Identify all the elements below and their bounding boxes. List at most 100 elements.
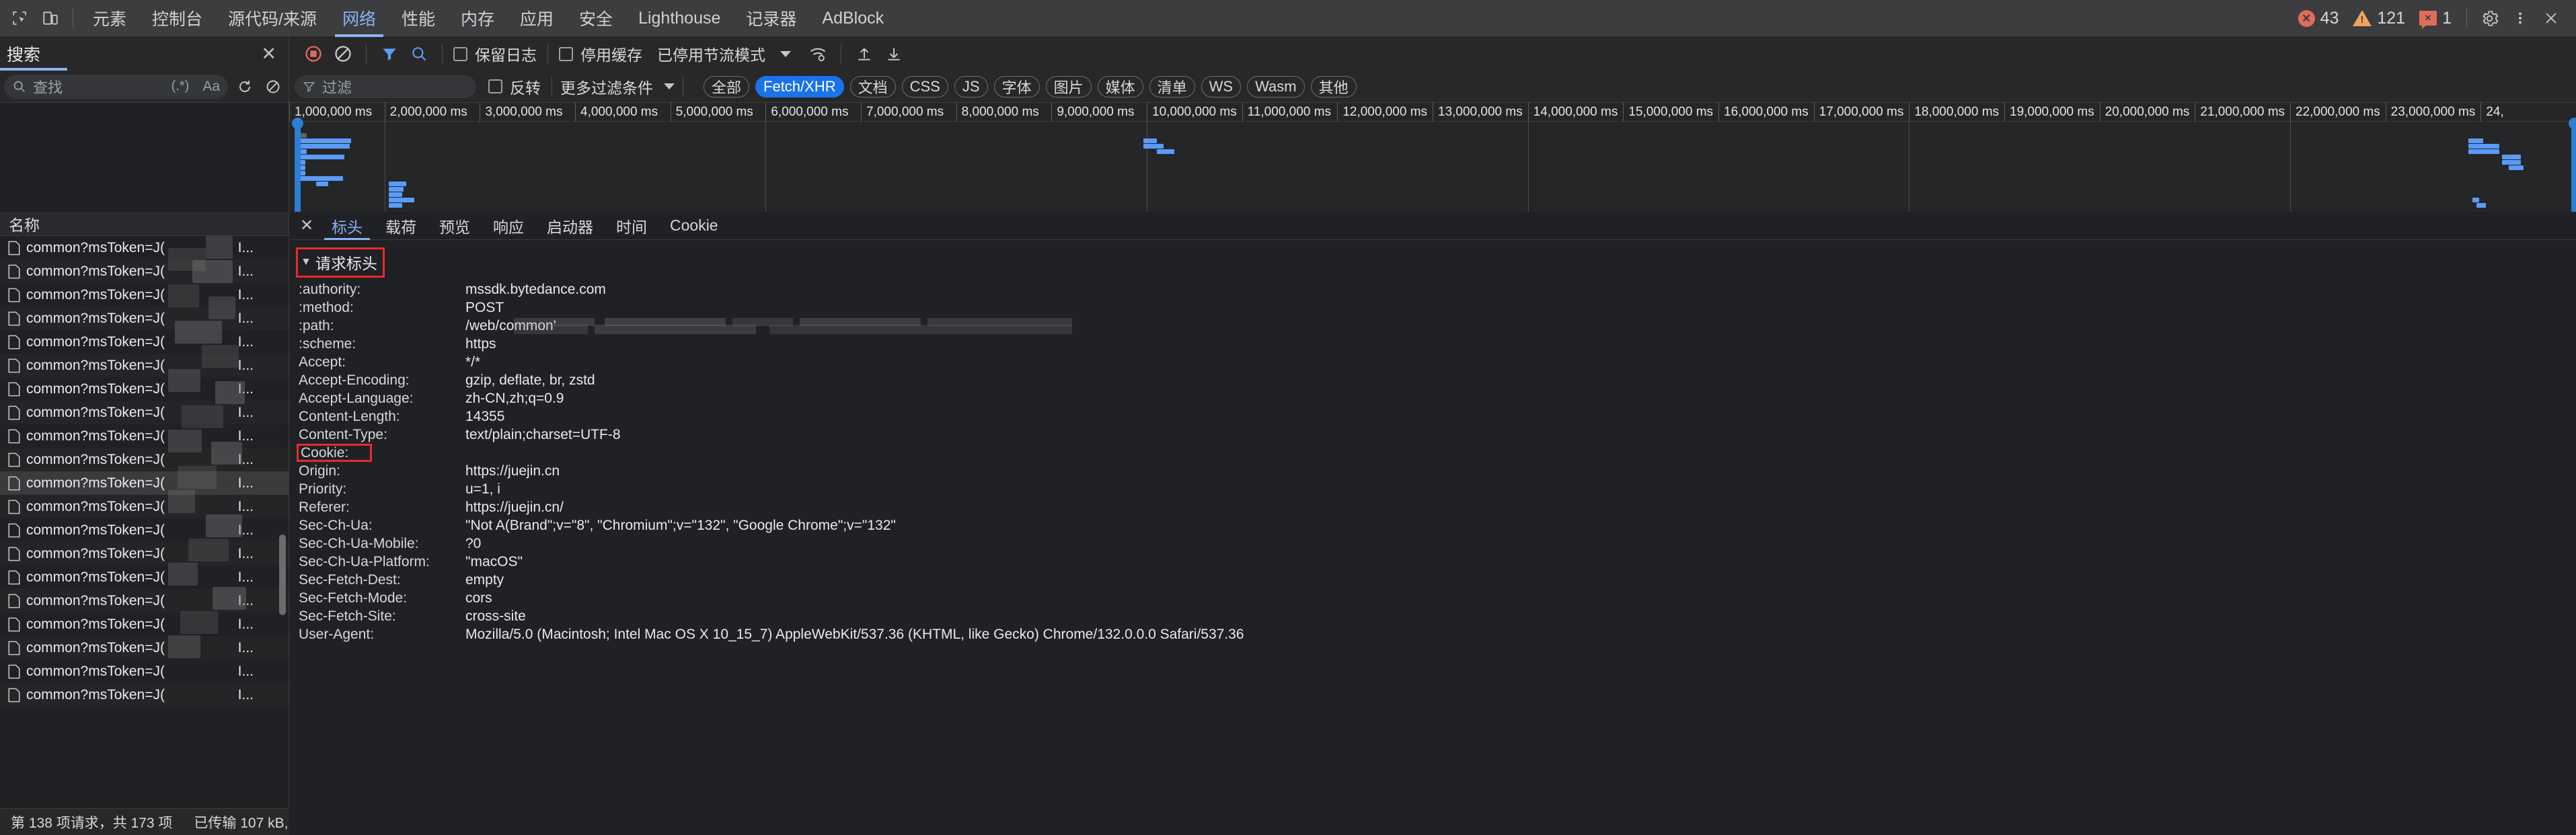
request-row[interactable]: common?msToken=J(I... bbox=[0, 565, 289, 589]
request-row[interactable]: common?msToken=J(I... bbox=[0, 424, 289, 448]
clear-icon[interactable] bbox=[262, 75, 285, 98]
close-icon[interactable] bbox=[2536, 3, 2567, 34]
overview-timeline[interactable]: 1,000,000 ms2,000,000 ms3,000,000 ms4,00… bbox=[289, 103, 2576, 212]
request-list-body[interactable]: common?msToken=J(I...common?msToken=J(I.… bbox=[0, 236, 289, 835]
search-icon[interactable] bbox=[404, 40, 434, 67]
request-list-header[interactable]: 名称 bbox=[0, 212, 289, 236]
details-tab-1[interactable]: 载荷 bbox=[374, 212, 428, 240]
main-tab-8[interactable]: Lighthouse bbox=[626, 0, 733, 37]
record-stop-icon[interactable] bbox=[299, 40, 328, 67]
request-row[interactable]: common?msToken=J(I... bbox=[0, 330, 289, 354]
warning-counter[interactable]: 121 bbox=[2349, 9, 2409, 28]
filter-icon[interactable] bbox=[375, 40, 404, 67]
type-filter-9[interactable]: WS bbox=[1201, 76, 1241, 97]
request-row[interactable]: common?msToken=J(I... bbox=[0, 377, 289, 401]
header-row[interactable]: Content-Length:14355 bbox=[289, 407, 2576, 426]
header-row[interactable]: User-Agent:Mozilla/5.0 (Macintosh; Intel… bbox=[289, 625, 2576, 643]
type-filter-7[interactable]: 媒体 bbox=[1098, 76, 1143, 97]
request-list-scrollbar[interactable] bbox=[279, 534, 286, 615]
header-row[interactable]: :authority:mssdk.bytedance.com bbox=[289, 280, 2576, 299]
request-row[interactable]: common?msToken=J(I... bbox=[0, 307, 289, 330]
details-tab-6[interactable]: Cookie bbox=[658, 212, 730, 240]
match-case-toggle[interactable]: Aa bbox=[202, 79, 220, 95]
main-tab-3[interactable]: 网络 bbox=[330, 0, 389, 37]
disable-cache-checkbox[interactable]: 停用缓存 bbox=[556, 42, 645, 65]
type-filter-11[interactable]: 其他 bbox=[1311, 76, 1357, 97]
type-filter-1[interactable]: Fetch/XHR bbox=[755, 76, 844, 97]
type-filter-4[interactable]: JS bbox=[954, 76, 988, 97]
main-tab-2[interactable]: 源代码/来源 bbox=[215, 0, 330, 37]
import-har-icon[interactable] bbox=[849, 40, 879, 67]
network-conditions-icon[interactable] bbox=[803, 40, 833, 67]
filter-input[interactable]: 过滤 bbox=[295, 75, 476, 98]
request-row[interactable]: common?msToken=J(I... bbox=[0, 660, 289, 683]
type-filter-10[interactable]: Wasm bbox=[1247, 76, 1305, 97]
header-row[interactable]: Accept-Language:zh-CN,zh;q=0.9 bbox=[289, 389, 2576, 407]
header-row[interactable]: Sec-Fetch-Dest:empty bbox=[289, 571, 2576, 589]
request-row[interactable]: common?msToken=J(I... bbox=[0, 236, 289, 260]
type-filter-0[interactable]: 全部 bbox=[704, 76, 749, 97]
request-row[interactable]: common?msToken=J(I... bbox=[0, 471, 289, 495]
header-row[interactable]: Sec-Ch-Ua:"Not A(Brand";v="8", "Chromium… bbox=[289, 516, 2576, 534]
clear-network-icon[interactable] bbox=[328, 40, 358, 67]
error-counter[interactable]: 43 bbox=[2294, 9, 2343, 28]
gear-icon[interactable] bbox=[2474, 3, 2505, 34]
header-row[interactable]: :path:/web/common' bbox=[289, 317, 2576, 335]
type-filter-2[interactable]: 文档 bbox=[850, 76, 896, 97]
details-tab-3[interactable]: 响应 bbox=[482, 212, 535, 240]
header-row[interactable]: Referer:https://juejin.cn/ bbox=[289, 498, 2576, 516]
export-har-icon[interactable] bbox=[879, 40, 909, 67]
main-tab-5[interactable]: 内存 bbox=[448, 0, 507, 37]
invert-checkbox[interactable]: 反转 bbox=[486, 75, 543, 98]
main-tab-0[interactable]: 元素 bbox=[80, 0, 139, 37]
message-counter[interactable]: 1 bbox=[2415, 9, 2456, 28]
header-row[interactable]: Cookie: bbox=[289, 444, 2576, 462]
request-row[interactable]: common?msToken=J(I... bbox=[0, 401, 289, 424]
request-row[interactable]: common?msToken=J(I... bbox=[0, 542, 289, 565]
request-headers-section[interactable]: ▼ 请求标头 bbox=[289, 244, 2576, 280]
request-row[interactable]: common?msToken=J(I... bbox=[0, 495, 289, 518]
header-row[interactable]: Accept-Encoding:gzip, deflate, br, zstd bbox=[289, 371, 2576, 389]
main-tab-10[interactable]: AdBlock bbox=[809, 0, 897, 37]
throttling-selector[interactable]: 已停用节流模式 bbox=[657, 42, 765, 65]
header-row[interactable]: Accept:*/* bbox=[289, 353, 2576, 371]
device-toolbar-icon[interactable] bbox=[35, 3, 66, 34]
type-filter-5[interactable]: 字体 bbox=[994, 76, 1040, 97]
details-tab-5[interactable]: 时间 bbox=[605, 212, 658, 240]
overview-left-handle[interactable] bbox=[295, 122, 301, 212]
header-row[interactable]: Sec-Ch-Ua-Mobile:?0 bbox=[289, 534, 2576, 553]
header-row[interactable]: Sec-Ch-Ua-Platform:"macOS" bbox=[289, 553, 2576, 571]
request-row[interactable]: common?msToken=J(I... bbox=[0, 612, 289, 636]
main-tab-9[interactable]: 记录器 bbox=[733, 0, 809, 37]
issue-counters[interactable]: 43 121 1 bbox=[2294, 9, 2456, 28]
request-row[interactable]: common?msToken=J(I... bbox=[0, 518, 289, 542]
details-tab-0[interactable]: 标头 bbox=[320, 212, 374, 240]
more-vertical-icon[interactable] bbox=[2505, 3, 2536, 34]
main-tab-6[interactable]: 应用 bbox=[507, 0, 566, 37]
search-input[interactable]: 查找 (.*) Aa bbox=[4, 75, 228, 99]
header-row[interactable]: Sec-Fetch-Site:cross-site bbox=[289, 607, 2576, 625]
type-filter-8[interactable]: 清单 bbox=[1149, 76, 1195, 97]
request-row[interactable]: common?msToken=J(I... bbox=[0, 283, 289, 307]
type-filter-6[interactable]: 图片 bbox=[1046, 76, 1092, 97]
request-row[interactable]: common?msToken=J(I... bbox=[0, 354, 289, 377]
overview-right-handle[interactable] bbox=[2571, 122, 2576, 212]
request-row[interactable]: common?msToken=J(I... bbox=[0, 448, 289, 471]
details-tab-4[interactable]: 启动器 bbox=[535, 212, 605, 240]
main-tab-1[interactable]: 控制台 bbox=[139, 0, 215, 37]
request-headers-title-box[interactable]: ▼ 请求标头 bbox=[296, 247, 385, 278]
header-row[interactable]: :method:POST bbox=[289, 299, 2576, 317]
header-row[interactable]: Sec-Fetch-Mode:cors bbox=[289, 589, 2576, 607]
more-filters-dropdown[interactable]: 更多过滤条件 bbox=[560, 75, 675, 98]
header-row[interactable]: Origin:https://juejin.cn bbox=[289, 462, 2576, 480]
details-tab-2[interactable]: 预览 bbox=[428, 212, 482, 240]
header-row[interactable]: :scheme:https bbox=[289, 335, 2576, 353]
main-tab-7[interactable]: 安全 bbox=[566, 0, 626, 37]
search-close-icon[interactable]: ✕ bbox=[261, 44, 276, 65]
request-row[interactable]: common?msToken=J(I... bbox=[0, 683, 289, 707]
type-filter-3[interactable]: CSS bbox=[902, 76, 948, 97]
preserve-log-checkbox[interactable]: 保留日志 bbox=[451, 42, 539, 65]
main-tab-4[interactable]: 性能 bbox=[389, 0, 448, 37]
header-row[interactable]: Content-Type:text/plain;charset=UTF-8 bbox=[289, 426, 2576, 444]
request-row[interactable]: common?msToken=J(I... bbox=[0, 260, 289, 283]
